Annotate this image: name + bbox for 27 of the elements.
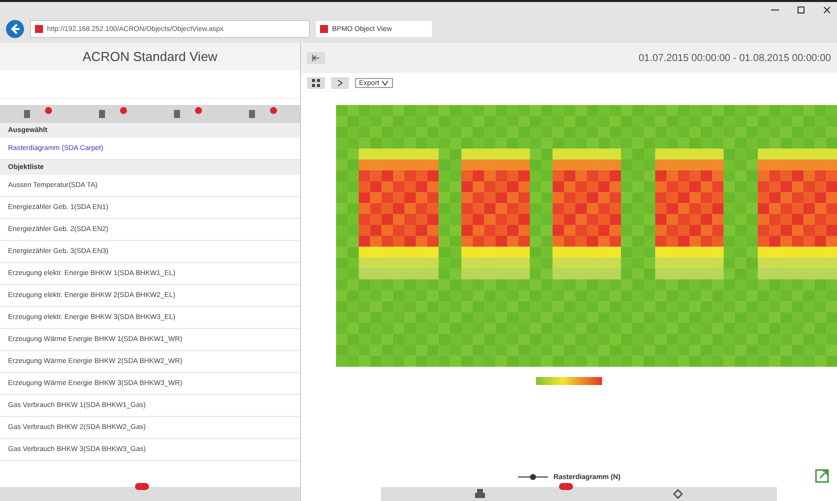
- printer-icon[interactable]: [475, 489, 485, 499]
- tool-icon[interactable]: [23, 109, 31, 119]
- color-scale: [536, 377, 602, 385]
- notification-icon: [45, 106, 52, 114]
- external-icon[interactable]: [815, 469, 829, 483]
- expand-button[interactable]: [331, 77, 349, 89]
- tag-icon[interactable]: [673, 489, 683, 499]
- collapse-button[interactable]: [307, 52, 325, 64]
- grid-button[interactable]: [307, 77, 325, 89]
- panel-title: ACRON Standard View: [0, 43, 300, 70]
- notification-icon: [559, 483, 574, 490]
- notification-icon: [270, 106, 277, 114]
- tool-icon[interactable]: [98, 109, 106, 119]
- collapse-icon: [312, 54, 320, 62]
- notification-icon: [135, 483, 149, 490]
- close-icon[interactable]: [823, 6, 831, 14]
- tool-icon[interactable]: [173, 109, 181, 119]
- notification-icon: [195, 106, 202, 114]
- restore-icon[interactable]: [797, 6, 805, 14]
- series-marker-icon: [518, 473, 548, 481]
- chevron-right-icon: [336, 79, 344, 87]
- date-range: 01.07.2015 00:00:00 - 01.08.2015 00:00:00: [638, 52, 831, 64]
- back-icon[interactable]: [6, 20, 24, 38]
- grid-icon: [312, 79, 320, 87]
- caret-icon: [381, 79, 390, 87]
- notification-icon: [120, 106, 127, 114]
- tool-icon[interactable]: [248, 109, 256, 119]
